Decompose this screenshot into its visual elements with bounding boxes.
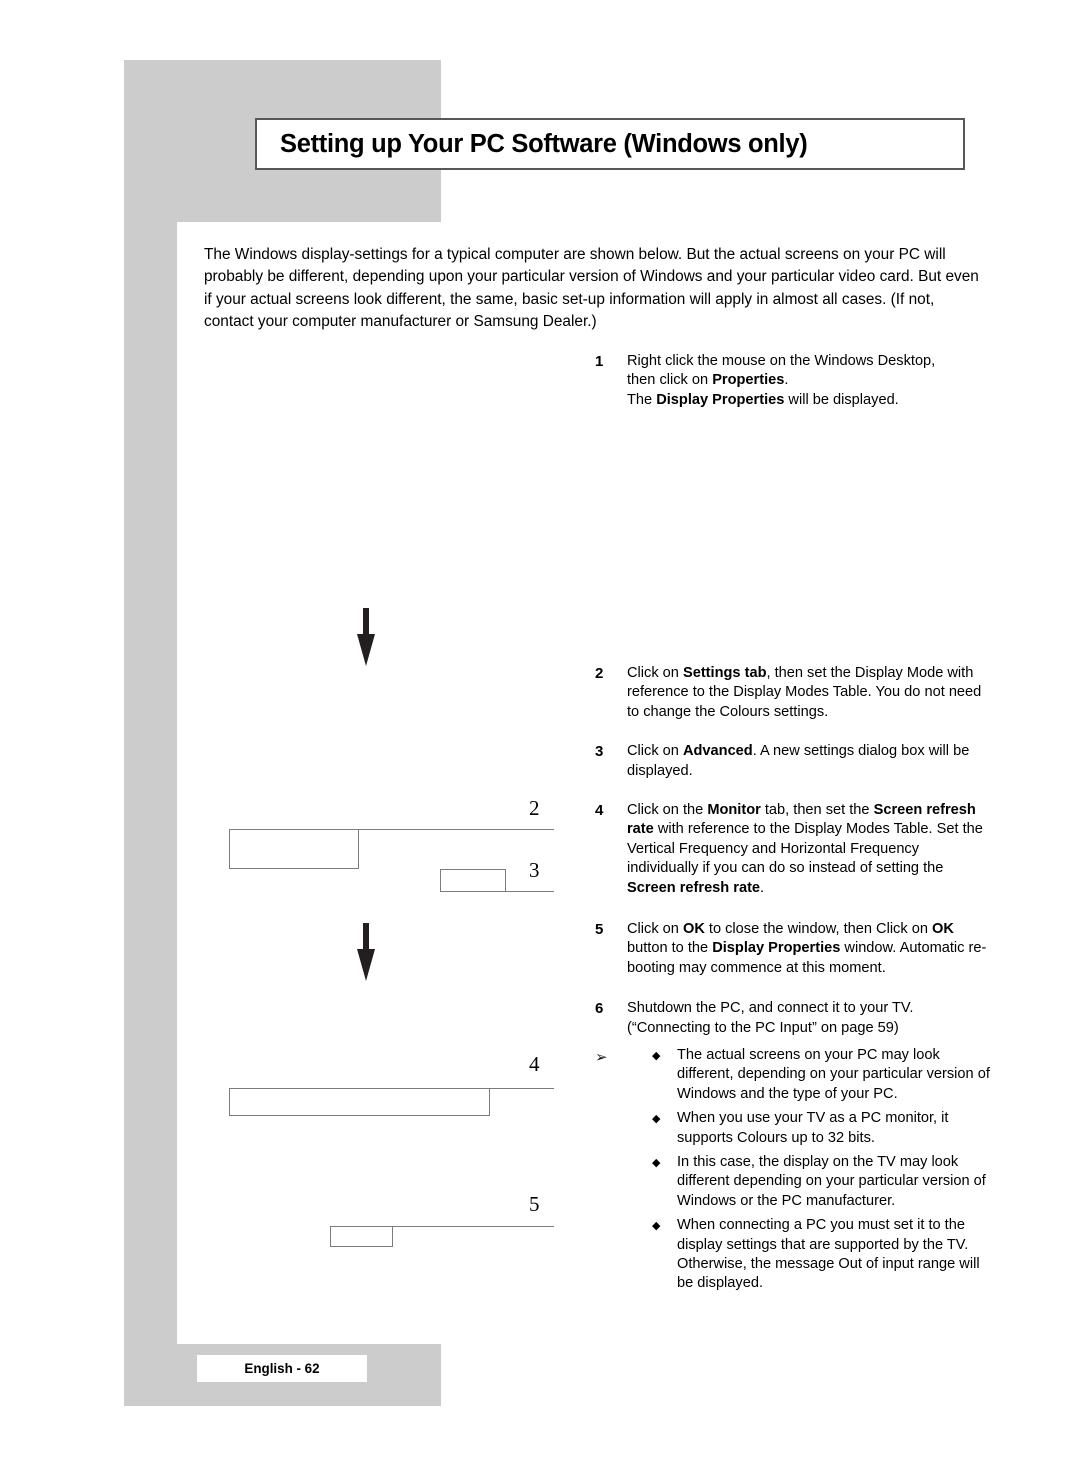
step-text: Click on OK to close the window, then Cl… <box>627 921 987 976</box>
steps-group-one: 1 Right click the mouse on the Windows D… <box>595 352 990 410</box>
note-text: In this case, the display on the TV may … <box>677 1154 986 1209</box>
note-text: The actual screens on your PC may look d… <box>677 1047 990 1102</box>
callout-box-3 <box>440 869 506 892</box>
step-text: Shutdown the PC, and connect it to your … <box>627 1000 914 1036</box>
callout-box-2 <box>229 829 359 869</box>
step-number: 6 <box>595 1000 604 1018</box>
down-arrow-icon <box>355 923 377 981</box>
callout-box-4 <box>229 1088 490 1116</box>
callout-leader-line-3 <box>506 891 554 892</box>
note-text: When connecting a PC you must set it to … <box>677 1217 980 1292</box>
step-item: 4 Click on the Monitor tab, then set the… <box>595 801 990 898</box>
step-item: 2 Click on Settings tab, then set the Di… <box>595 664 990 722</box>
setup-diagram: 2 3 4 5 <box>0 0 600 1473</box>
callout-number-5: 5 <box>529 1192 540 1216</box>
footer-page-label: English - 62 <box>244 1361 320 1376</box>
list-item: ◆ When you use your TV as a PC monitor, … <box>652 1109 995 1148</box>
step-number: 5 <box>595 921 604 939</box>
notes-bullet-list: ◆ The actual screens on your PC may look… <box>652 1046 995 1294</box>
step-text: Click on Advanced. A new settings dialog… <box>627 743 970 779</box>
steps-group-two: 2 Click on Settings tab, then set the Di… <box>595 664 990 1038</box>
callout-leader-line-4 <box>490 1088 554 1089</box>
step-text: Click on Settings tab, then set the Disp… <box>627 665 982 720</box>
step-item: 3 Click on Advanced. A new settings dial… <box>595 742 990 781</box>
step-item: 6 Shutdown the PC, and connect it to you… <box>595 999 990 1038</box>
step-number: 4 <box>595 802 604 820</box>
diamond-bullet-icon: ◆ <box>652 1050 661 1062</box>
down-arrow-icon <box>355 608 377 666</box>
step-number: 1 <box>595 353 604 370</box>
notes-section: ➢ ◆ The actual screens on your PC may lo… <box>595 1046 995 1299</box>
callout-box-5 <box>330 1226 393 1247</box>
callout-number-3: 3 <box>529 858 540 882</box>
diamond-bullet-icon: ◆ <box>652 1113 661 1126</box>
step-number: 2 <box>595 665 604 682</box>
list-item: ◆ In this case, the display on the TV ma… <box>652 1153 995 1211</box>
diamond-bullet-icon: ◆ <box>652 1220 661 1233</box>
step-item: 5 Click on OK to close the window, then … <box>595 920 990 978</box>
step-text: Click on the Monitor tab, then set the S… <box>627 802 983 896</box>
note-text: When you use your TV as a PC monitor, it… <box>677 1110 949 1146</box>
list-item: ◆ The actual screens on your PC may look… <box>652 1046 995 1104</box>
callout-number-2: 2 <box>529 796 540 820</box>
step-number: 3 <box>595 743 604 761</box>
diamond-bullet-icon: ◆ <box>652 1157 661 1170</box>
list-item: ◆ When connecting a PC you must set it t… <box>652 1216 995 1294</box>
callout-leader-line-5 <box>393 1226 554 1227</box>
callout-number-4: 4 <box>529 1052 540 1076</box>
callout-leader-line-2 <box>359 829 554 830</box>
footer-page-badge: English - 62 <box>197 1355 367 1382</box>
step-item: 1 Right click the mouse on the Windows D… <box>595 352 990 410</box>
note-arrow-icon: ➢ <box>595 1049 608 1066</box>
step-text: Right click the mouse on the Windows Des… <box>627 353 936 408</box>
